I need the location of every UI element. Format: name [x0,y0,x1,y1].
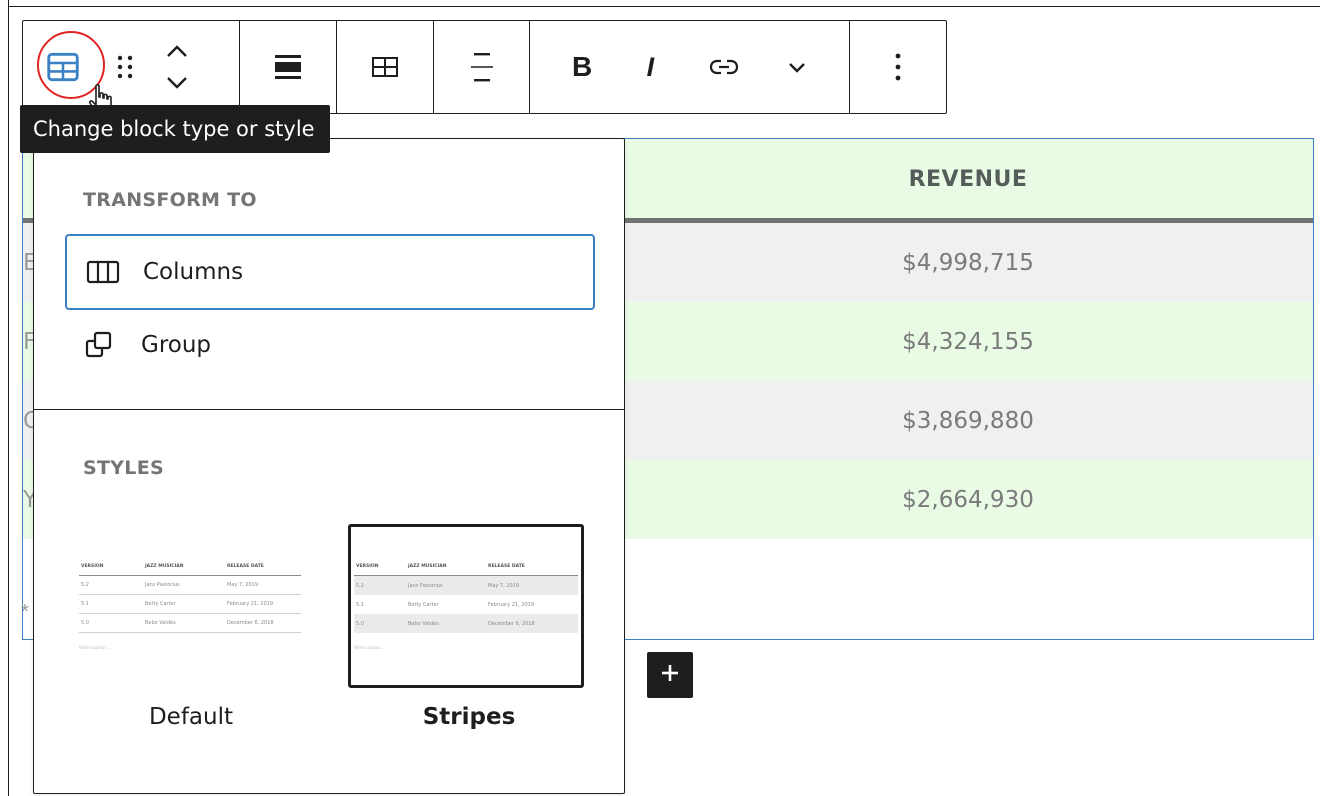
transform-section-title: TRANSFORM TO [83,189,257,211]
block-mover [147,44,207,90]
mini-cell: 5.2 [81,582,89,588]
mini-header-cell: JAZZ MUSICIAN [408,563,447,569]
toolbar-group-align [240,21,337,113]
mini-cell: 5.0 [356,620,364,627]
align-button[interactable] [240,21,336,113]
block-toolbar: B I [22,20,947,115]
transform-group-item[interactable]: Group [65,307,595,383]
toolbar-group-column-align [434,21,530,113]
mini-header-row: VERSION JAZZ MUSICIAN RELEASE DATE [354,557,578,576]
mini-header-cell: RELEASE DATE [488,563,525,569]
mini-cell: December 6, 2018 [488,620,535,627]
menu-item-label: Columns [143,259,244,285]
mini-cell: December 6, 2018 [227,620,274,626]
toolbar-group-block [23,21,240,115]
mini-row: 5.1 Betty Carter February 21, 2019 [79,595,301,614]
style-preview-stripes[interactable]: VERSION JAZZ MUSICIAN RELEASE DATE 5.2 J… [348,524,584,688]
toolbar-group-options [850,21,946,113]
mini-caption: Write caption… [354,645,385,650]
mini-cell: May 7, 2019 [488,582,520,589]
frame-top-line [8,6,1320,7]
mini-cell: May 7, 2019 [227,582,259,588]
style-preview-default[interactable]: VERSION JAZZ MUSICIAN RELEASE DATE 5.2 J… [73,524,309,688]
mini-header-cell: VERSION [356,563,379,569]
move-down-button[interactable] [147,76,207,90]
move-up-button[interactable] [147,44,207,58]
mini-cell: 5.0 [81,620,89,626]
mini-table: VERSION JAZZ MUSICIAN RELEASE DATE 5.2 J… [354,557,578,650]
mini-cell: 5.1 [356,601,364,608]
more-options-icon [894,51,902,83]
link-button[interactable] [699,21,749,113]
frame-left-line [8,0,9,796]
revenue-cell[interactable]: $3,869,880 [623,381,1313,460]
align-column-button[interactable] [434,21,529,113]
chevron-down-icon [787,61,807,73]
mini-cell: 5.2 [356,582,364,589]
move-up-icon [165,44,189,58]
mini-table: VERSION JAZZ MUSICIAN RELEASE DATE 5.2 J… [79,557,301,650]
mini-header-cell: JAZZ MUSICIAN [145,563,184,569]
mini-row: 5.1 Betty Carter February 21, 2019 [354,595,578,614]
more-options-button[interactable] [850,21,946,113]
edit-table-icon [371,55,399,79]
block-switcher-popover: TRANSFORM TO Columns Group STYLES VERSIO… [33,138,625,794]
mini-cell: February 21, 2019 [488,601,535,608]
edit-table-button[interactable] [337,21,433,113]
plus-icon [659,662,681,689]
mini-row: 5.2 Jaco Pastorius May 7, 2019 [354,576,578,595]
mini-row: 5.0 Bebo Valdés December 6, 2018 [354,614,578,633]
more-formats-button[interactable] [777,21,817,113]
mini-row: 5.0 Bebo Valdés December 6, 2018 [79,614,301,633]
align-icon [273,53,303,81]
mini-cell: Jaco Pastorius [145,582,180,588]
mini-header-cell: VERSION [81,563,104,569]
revenue-cell[interactable]: $4,324,155 [623,302,1313,381]
add-block-button[interactable] [647,652,693,698]
table-caption[interactable]: * [21,601,29,624]
mini-header-cell: RELEASE DATE [227,563,264,569]
style-label-stripes[interactable]: Stripes [351,704,587,730]
transform-columns-item[interactable]: Columns [65,234,595,310]
toolbar-group-table [337,21,434,113]
revenue-cell[interactable]: $4,998,715 [623,223,1313,302]
popover-divider [34,409,624,410]
columns-icon [85,259,125,285]
mini-cell: 5.1 [81,601,89,607]
bold-icon: B [572,51,593,82]
mini-cell: Betty Carter [408,601,439,608]
mini-cell: Bebo Valdés [145,620,176,626]
drag-handle-icon [114,52,136,82]
group-icon [83,329,123,361]
revenue-header-cell[interactable]: REVENUE [623,139,1313,219]
revenue-cell[interactable]: $2,664,930 [623,460,1313,539]
menu-item-label: Group [141,332,212,358]
mini-caption: Write caption… [79,645,110,650]
mini-cell: February 21, 2019 [227,601,274,607]
italic-icon: I [646,51,655,82]
bold-button[interactable]: B [562,21,602,113]
mini-header-row: VERSION JAZZ MUSICIAN RELEASE DATE [79,557,301,576]
toolbar-group-format: B I [530,21,850,113]
mini-cell: Betty Carter [145,601,176,607]
tooltip: Change block type or style [20,105,330,153]
align-column-icon [467,50,497,84]
mini-row: 5.2 Jaco Pastorius May 7, 2019 [79,576,301,595]
move-down-icon [165,76,189,90]
mini-cell: Bebo Valdés [408,620,439,627]
italic-button[interactable]: I [630,21,670,113]
link-icon [708,56,740,78]
style-label-default[interactable]: Default [73,704,309,730]
styles-section-title: STYLES [83,457,164,479]
mini-cell: Jaco Pastorius [408,582,443,589]
